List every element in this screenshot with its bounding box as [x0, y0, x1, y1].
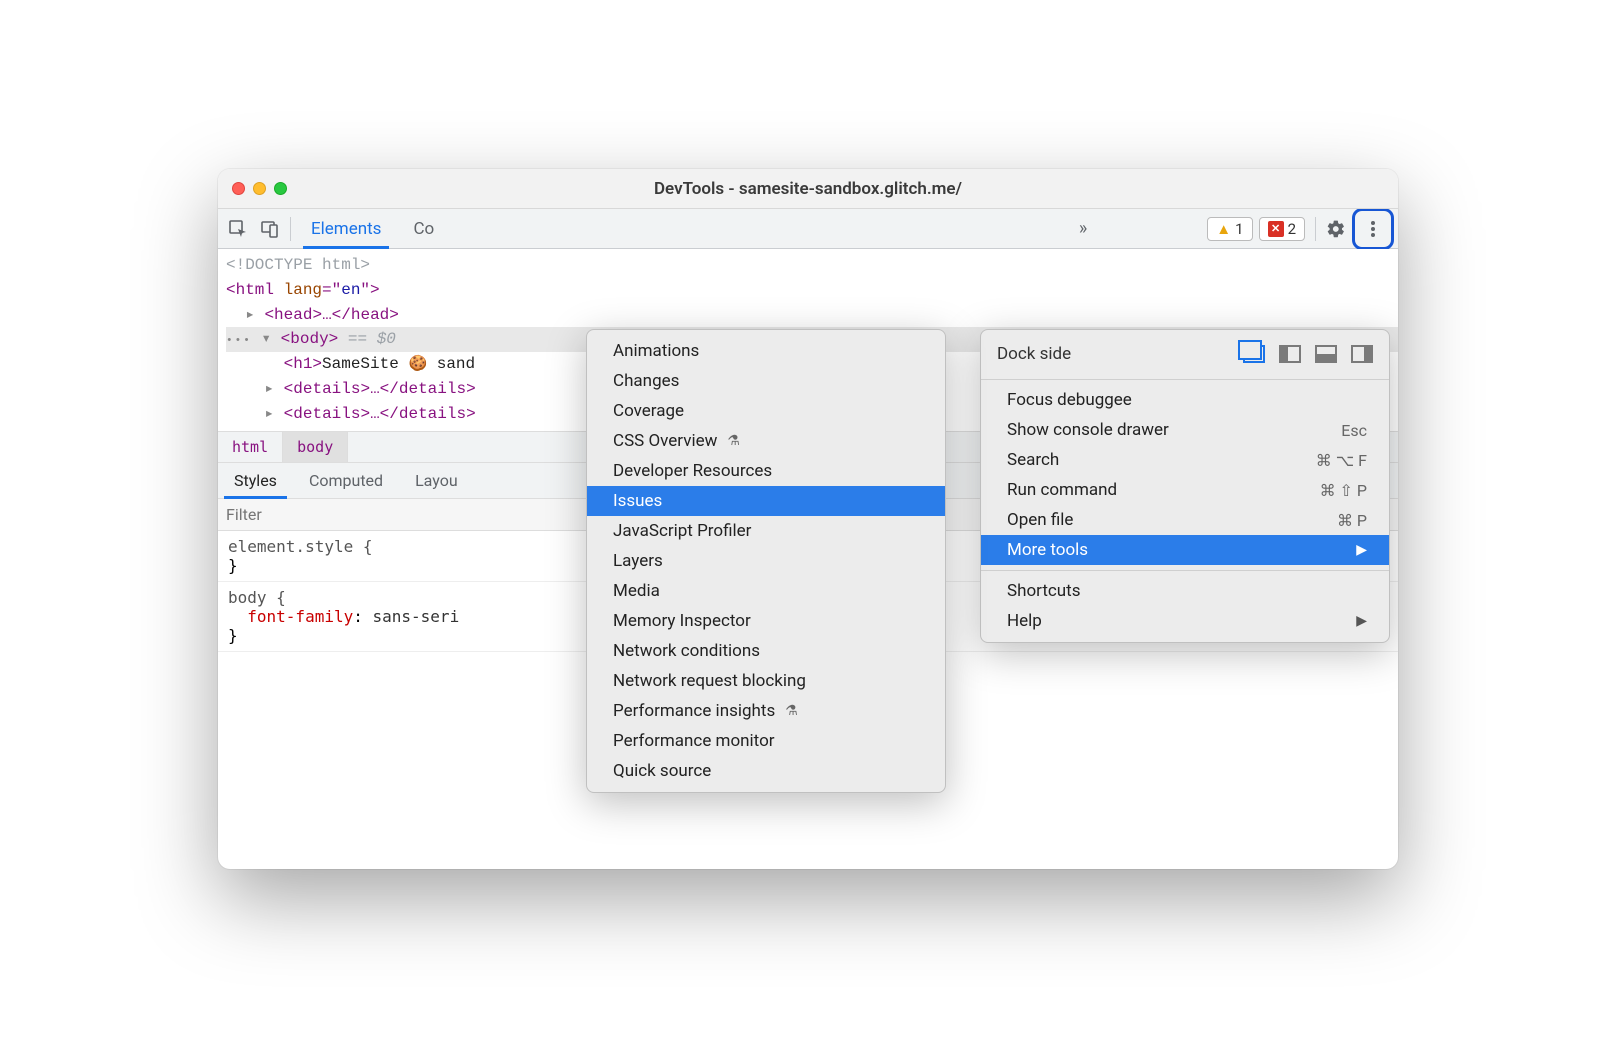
submenu-item-animations[interactable]: Animations: [587, 336, 945, 366]
menu-open-file[interactable]: Open file⌘ P: [981, 505, 1389, 535]
submenu-item-javascript-profiler[interactable]: JavaScript Profiler: [587, 516, 945, 546]
menu-focus-debuggee[interactable]: Focus debuggee: [981, 385, 1389, 415]
error-icon: ✕: [1268, 221, 1284, 237]
flask-icon: ⚗: [727, 433, 740, 449]
device-toolbar-icon[interactable]: [254, 213, 286, 245]
tab-computed[interactable]: Computed: [293, 463, 399, 498]
crumb-html[interactable]: html: [218, 432, 283, 462]
separator: [290, 217, 291, 241]
tab-console-truncated[interactable]: Co: [397, 209, 450, 248]
warning-icon: ▲: [1216, 220, 1231, 238]
tabs-overflow-button[interactable]: »: [1069, 218, 1097, 239]
submenu-item-layers[interactable]: Layers: [587, 546, 945, 576]
menu-more-tools[interactable]: More tools▶: [981, 535, 1389, 565]
submenu-item-css-overview[interactable]: CSS Overview ⚗: [587, 426, 945, 456]
errors-badge[interactable]: ✕ 2: [1259, 217, 1305, 241]
kebab-icon: [1357, 213, 1389, 245]
menu-run-command[interactable]: Run command⌘ ⇧ P: [981, 475, 1389, 505]
cookie-emoji: 🍪: [408, 356, 427, 373]
submenu-item-performance-insights[interactable]: Performance insights ⚗: [587, 696, 945, 726]
settings-icon[interactable]: [1320, 213, 1352, 245]
submenu-arrow-icon: ▶: [1356, 542, 1367, 558]
dom-head[interactable]: <head>…</head>: [264, 306, 398, 324]
panel-tabs: Elements Co: [295, 209, 450, 248]
tab-layout-truncated[interactable]: Layou: [399, 463, 474, 498]
devtools-window: DevTools - samesite-sandbox.glitch.me/ E…: [218, 169, 1398, 869]
traffic-lights: [232, 182, 287, 195]
submenu-item-media[interactable]: Media: [587, 576, 945, 606]
dom-doctype: <!DOCTYPE html>: [226, 256, 370, 274]
dom-details[interactable]: <details>…</details>: [284, 380, 476, 398]
menu-separator: [981, 570, 1389, 571]
more-options-button-highlighted[interactable]: [1352, 208, 1394, 250]
main-menu: Dock side Focus debuggee Show console dr…: [980, 329, 1390, 643]
menu-search[interactable]: Search⌘ ⌥ F: [981, 445, 1389, 475]
dock-right-icon[interactable]: [1351, 345, 1373, 363]
submenu-item-performance-monitor[interactable]: Performance monitor: [587, 726, 945, 756]
separator: [1315, 217, 1316, 241]
menu-separator: [981, 379, 1389, 380]
submenu-item-memory-inspector[interactable]: Memory Inspector: [587, 606, 945, 636]
submenu-item-changes[interactable]: Changes: [587, 366, 945, 396]
flask-icon: ⚗: [785, 703, 798, 719]
zoom-window-button[interactable]: [274, 182, 287, 195]
submenu-item-developer-resources[interactable]: Developer Resources: [587, 456, 945, 486]
more-tools-submenu: AnimationsChangesCoverageCSS Overview ⚗D…: [586, 329, 946, 793]
titlebar: DevTools - samesite-sandbox.glitch.me/: [218, 169, 1398, 209]
menu-shortcuts[interactable]: Shortcuts: [981, 576, 1389, 606]
dock-undock-icon[interactable]: [1243, 345, 1265, 363]
dom-details[interactable]: <details>…</details>: [284, 405, 476, 423]
dock-bottom-icon[interactable]: [1315, 345, 1337, 363]
dock-side-row: Dock side: [981, 336, 1389, 374]
menu-show-console-drawer[interactable]: Show console drawerEsc: [981, 415, 1389, 445]
tab-elements[interactable]: Elements: [295, 209, 397, 248]
devtools-toolbar: Elements Co » ▲ 1 ✕ 2: [218, 209, 1398, 249]
tab-styles[interactable]: Styles: [218, 463, 293, 498]
menu-help[interactable]: Help▶: [981, 606, 1389, 636]
submenu-item-coverage[interactable]: Coverage: [587, 396, 945, 426]
window-title: DevTools - samesite-sandbox.glitch.me/: [218, 179, 1398, 199]
elements-panel: <!DOCTYPE html> <html lang="en"> ▸ <head…: [218, 249, 1398, 869]
submenu-arrow-icon: ▶: [1356, 613, 1367, 629]
warnings-badge[interactable]: ▲ 1: [1207, 217, 1252, 241]
submenu-item-issues[interactable]: Issues: [587, 486, 945, 516]
minimize-window-button[interactable]: [253, 182, 266, 195]
crumb-body[interactable]: body: [283, 432, 348, 462]
close-window-button[interactable]: [232, 182, 245, 195]
submenu-item-network-request-blocking[interactable]: Network request blocking: [587, 666, 945, 696]
submenu-item-network-conditions[interactable]: Network conditions: [587, 636, 945, 666]
dock-left-icon[interactable]: [1279, 345, 1301, 363]
inspect-element-icon[interactable]: [222, 213, 254, 245]
submenu-item-quick-source[interactable]: Quick source: [587, 756, 945, 786]
